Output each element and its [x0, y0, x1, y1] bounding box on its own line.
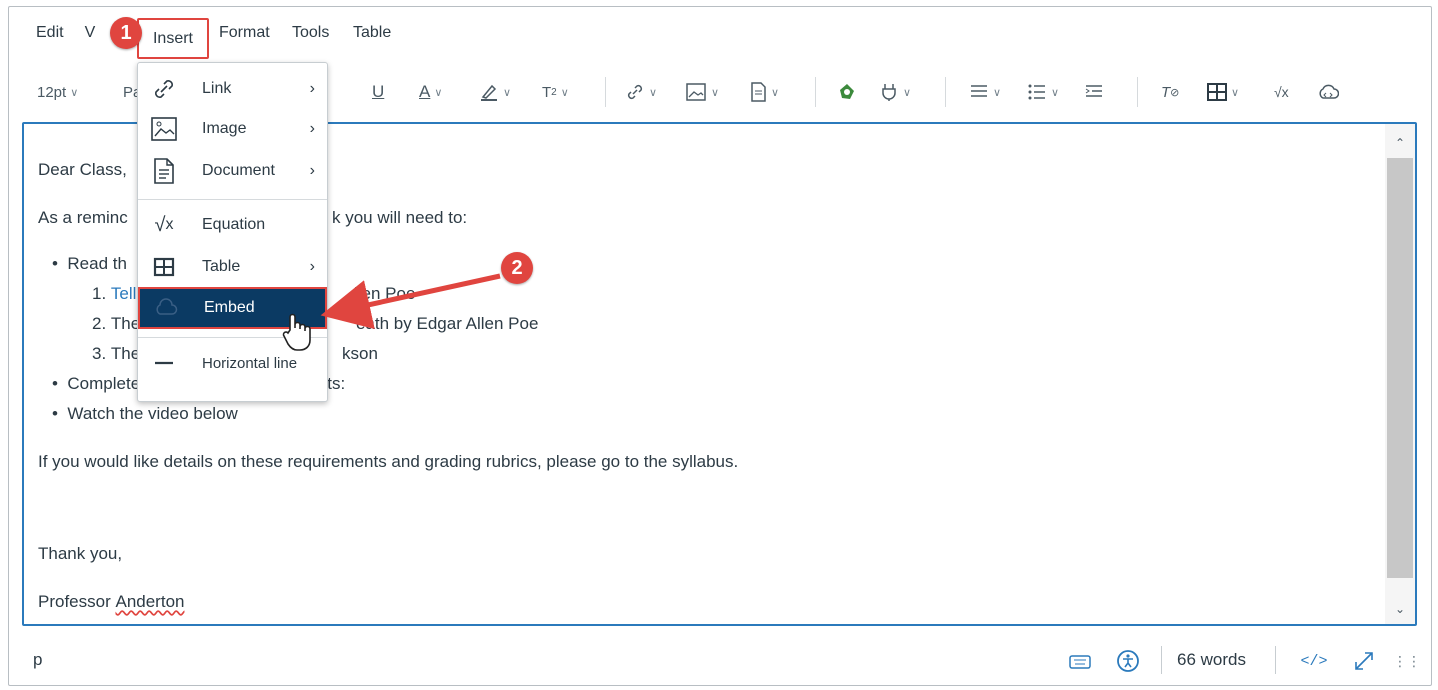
- bullet-read-text: Read th: [67, 254, 127, 273]
- list-item-2-rest: eath by Edgar Allen Poe: [356, 314, 539, 333]
- scroll-thumb[interactable]: [1387, 158, 1413, 578]
- bullet-read: • Read th: [52, 254, 127, 273]
- menu-insert-label: Insert: [152, 29, 193, 47]
- details-paragraph: If you would like details on these requi…: [38, 452, 739, 471]
- font-size-select[interactable]: 12pt ∨: [37, 69, 78, 115]
- scroll-up-icon[interactable]: ⌃: [1385, 128, 1415, 158]
- align-icon[interactable]: ∨: [969, 69, 1001, 115]
- document-icon: [148, 155, 180, 187]
- statusbar-divider: [1161, 646, 1162, 674]
- signature-first: Professor: [38, 592, 111, 611]
- embed-icon[interactable]: [1317, 69, 1339, 115]
- element-path[interactable]: p: [33, 650, 42, 670]
- step-2-badge: 2: [501, 252, 533, 284]
- equation-icon[interactable]: √x: [1274, 69, 1289, 115]
- menu-divider: [138, 199, 327, 200]
- resize-handle-icon[interactable]: ⋮⋮: [1393, 648, 1421, 674]
- list-item-1-rest: llen Poe: [354, 284, 416, 303]
- list-item-3-start: The: [110, 344, 141, 363]
- html-editor-toggle[interactable]: </>: [1297, 648, 1331, 674]
- image-icon: [148, 113, 180, 145]
- scroll-down-icon[interactable]: ⌄: [1385, 594, 1415, 624]
- insert-menu-document[interactable]: Document ›: [138, 151, 327, 191]
- insert-menu-link[interactable]: Link ›: [138, 69, 327, 109]
- greeting-text: Dear Class,: [38, 160, 127, 179]
- hand-cursor-icon: [281, 312, 315, 357]
- image-icon[interactable]: ∨: [685, 69, 719, 115]
- toolbar-divider: [1137, 77, 1138, 107]
- list-item-2-start: The: [110, 314, 141, 333]
- chevron-right-icon: ›: [309, 80, 315, 97]
- apps-icon[interactable]: [837, 69, 857, 115]
- clear-formatting-icon[interactable]: T ⊘: [1161, 69, 1179, 115]
- equation-icon: √ x: [154, 213, 174, 236]
- highlight-icon[interactable]: ∨: [479, 69, 511, 115]
- bullet-watch-text: Watch the video below: [67, 404, 238, 423]
- list-item-2: 2. The: [92, 309, 140, 339]
- menu-edit[interactable]: Edit: [36, 24, 64, 42]
- font-size-value: 12pt: [37, 83, 67, 101]
- text-color-icon[interactable]: A ∨: [419, 69, 442, 115]
- word-count[interactable]: 66 words: [1177, 650, 1246, 670]
- insert-menu-document-label: Document: [202, 162, 275, 179]
- chevron-right-icon: ›: [309, 162, 315, 179]
- insert-menu-table-label: Table: [202, 258, 241, 275]
- insert-menu-equation[interactable]: √ x Equation: [138, 205, 327, 245]
- toolbar-divider: [605, 77, 606, 107]
- tell-tale-heart-link[interactable]: Tell: [111, 284, 137, 303]
- menu-tools[interactable]: Tools: [292, 24, 329, 42]
- list-item-1: 1. Tell: [92, 279, 136, 309]
- list-item-3-rest: kson: [342, 344, 378, 363]
- insert-menu-table[interactable]: Table ›: [138, 247, 327, 287]
- list-number: 2.: [92, 314, 107, 333]
- statusbar: p 66 words </> ⋮⋮: [9, 634, 1431, 686]
- superscript-icon[interactable]: T 2 ∨: [542, 69, 569, 115]
- step-1-badge: 1: [110, 17, 142, 49]
- insert-menu-embed-label: Embed: [204, 299, 255, 316]
- toolbar-divider: [945, 77, 946, 107]
- toolbar-divider: [815, 77, 816, 107]
- link-icon: [148, 73, 180, 105]
- table-icon: [148, 251, 180, 283]
- insert-menu-link-label: Link: [202, 80, 232, 97]
- keyboard-shortcuts-icon[interactable]: [1067, 648, 1093, 674]
- indent-icon[interactable]: [1084, 69, 1104, 115]
- accessibility-checker-icon[interactable]: [1115, 648, 1141, 674]
- statusbar-divider: [1275, 646, 1276, 674]
- insert-menu-horizontal-line-label: Horizontal line: [202, 354, 298, 372]
- fullscreen-icon[interactable]: [1349, 648, 1379, 674]
- chevron-right-icon: ›: [309, 120, 315, 137]
- menu-table[interactable]: Table: [353, 24, 391, 42]
- list-number: 1.: [92, 284, 107, 303]
- horizontal-line-icon: [148, 347, 180, 379]
- list-item-3: 3. The: [92, 339, 140, 369]
- signature-last-misspelled: Anderton: [115, 592, 185, 611]
- underline-icon[interactable]: U: [372, 69, 384, 115]
- editor-scrollbar[interactable]: ⌃ ⌄: [1385, 124, 1415, 624]
- reminder-text-end: k you will need to:: [332, 208, 468, 227]
- list-number: 3.: [92, 344, 107, 363]
- insert-menu-equation-label: Equation: [202, 216, 266, 233]
- closing-text: Thank you,: [38, 544, 123, 563]
- link-icon[interactable]: ∨: [625, 69, 657, 115]
- menu-format[interactable]: Format: [219, 24, 270, 42]
- bullet-watch: • Watch the video below: [52, 404, 238, 423]
- menu-view[interactable]: V: [85, 24, 96, 42]
- signature: Professor Anderton: [38, 587, 184, 617]
- embed-icon: [150, 292, 182, 324]
- plugin-icon[interactable]: ∨: [879, 69, 911, 115]
- document-icon[interactable]: ∨: [749, 69, 779, 115]
- table-icon[interactable]: ∨: [1207, 69, 1239, 115]
- menu-insert[interactable]: Insert: [137, 18, 209, 59]
- reminder-text-start: As a reminc: [38, 208, 128, 227]
- insert-menu-image-label: Image: [202, 120, 247, 137]
- bullet-list-icon[interactable]: ∨: [1027, 69, 1059, 115]
- chevron-right-icon: ›: [309, 258, 315, 275]
- insert-menu-image[interactable]: Image ›: [138, 109, 327, 149]
- chevron-down-icon: ∨: [70, 86, 79, 99]
